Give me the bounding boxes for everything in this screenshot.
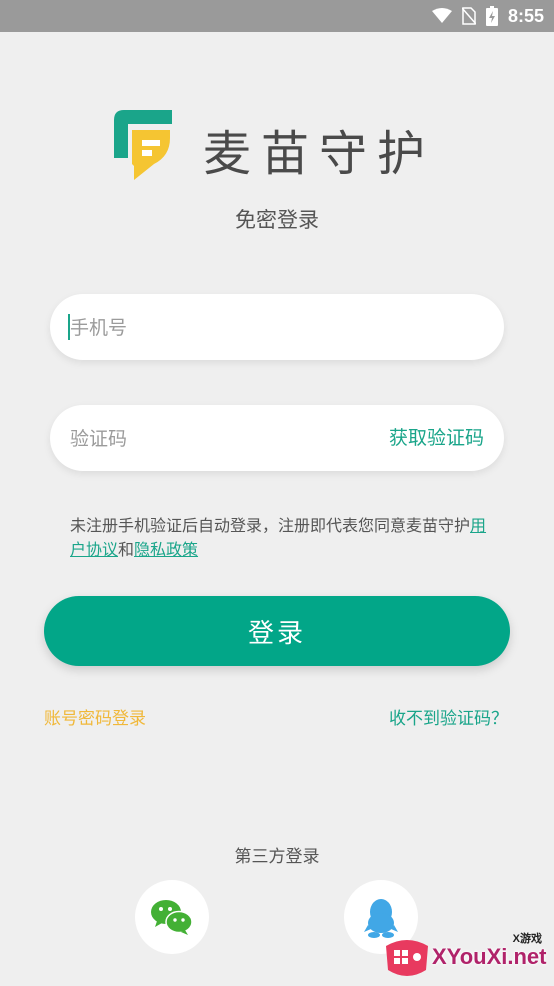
no-code-link[interactable]: 收不到验证码？ [389,704,508,729]
agreement-text: 未注册手机验证后自动登录，注册即代表您同意麦苗守护用户协议和隐私政策 [70,514,490,562]
code-field[interactable]: 获取验证码 [50,405,504,473]
privacy-policy-link[interactable]: 隐私政策 [134,540,198,559]
login-button[interactable]: 登录 [44,596,510,666]
wifi-icon [431,8,452,23]
page-subtitle: 免密登录 [235,208,319,232]
brand-name: 麦苗守护 [203,126,436,182]
get-code-button[interactable]: 获取验证码 [389,405,484,471]
status-bar: 8:55 [0,0,554,32]
status-icons: 8:55 [431,0,544,32]
wechat-icon [151,900,193,935]
agreement-body: 未注册手机验证后自动登录，注册即代表您同意麦苗守护 [70,516,471,535]
no-sim-icon [461,7,476,25]
status-time: 8:55 [507,5,544,26]
password-login-link[interactable]: 账号密码登录 [44,704,146,729]
watermark: XYouXi.net X游戏 [382,928,554,986]
watermark-logo-icon [386,940,428,976]
battery-icon [485,6,498,26]
agreement-and: 和 [118,540,135,559]
wechat-login-button[interactable] [135,880,209,954]
maimiao-logo-icon [114,110,172,180]
watermark-badge: X游戏 [512,933,542,945]
third-party-title: 第三方登录 [234,847,320,867]
brand-header: 麦苗守护 [110,108,450,182]
phone-field[interactable] [50,294,504,362]
code-input[interactable] [68,405,372,473]
phone-input[interactable] [68,294,372,362]
watermark-text: XYouXi.net [432,944,547,969]
